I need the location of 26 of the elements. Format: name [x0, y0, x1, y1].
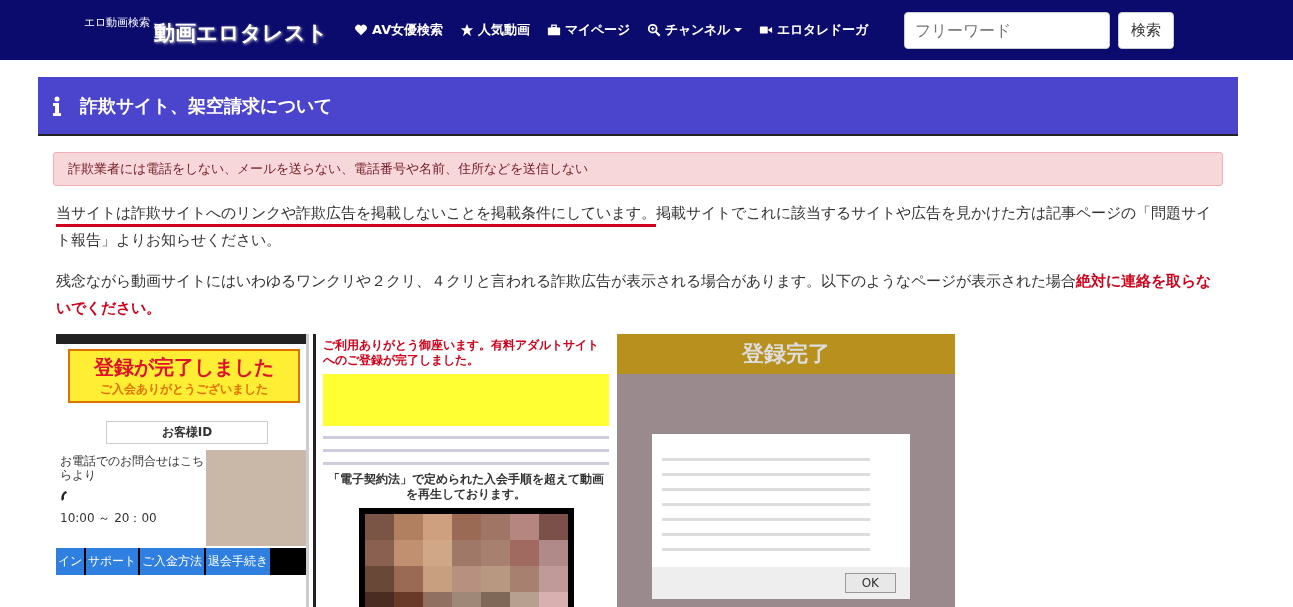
banner-title: 登録が完了しました: [93, 354, 275, 381]
nav-link[interactable]: AV女優検索: [354, 21, 444, 39]
site-tagline: エロ動画検索: [84, 15, 150, 30]
search-button[interactable]: 検索: [1118, 11, 1175, 49]
nav-link[interactable]: マイページ: [547, 21, 631, 39]
search-field[interactable]: フリーワード: [904, 11, 1111, 49]
phone-note: お電話でのお問合せはこちらより: [60, 454, 205, 482]
banner-subtitle: ご入会ありがとうございました: [99, 381, 269, 398]
briefcase-icon: [547, 23, 562, 37]
video-caption: 「電子契約法」で定められた入会手順を超えて動画を再生しております。: [327, 472, 605, 502]
nav-link[interactable]: チャンネル: [647, 21, 743, 39]
warning-alert: 詐欺業者には電話をしない、メールを送らない、電話番号や名前、住所などを送信しない: [53, 152, 1223, 186]
page-title: 詐欺サイト、架空請求について: [80, 93, 332, 118]
customer-id-field: お客様ID: [106, 421, 268, 444]
heart-icon: [354, 23, 368, 37]
body-paragraph: 残念ながら動画サイトにはいわゆるワンクリや２クリ、４クリと言われる詐欺広告が表示される場合があります。以下のようなページが表示された場合絶対に連絡を取らないでください。: [56, 272, 1212, 318]
zoom-search-icon: [647, 23, 662, 37]
business-hours: 10:00 ～ 20：00: [60, 510, 158, 527]
body-paragraph: 当サイトは詐欺サイトへのリンクや詐欺広告を掲載しないことを掲載条件にしています。掲載サイトでこれに該当するサイトや広告を見かけた方は記事ページの「問題サイト報告」よりお知らせください。: [56, 204, 1212, 250]
nav-link[interactable]: エロタレドーガ: [759, 21, 869, 39]
info-icon: [52, 95, 62, 116]
invoice-headline: ご利用ありがとう御座います。有料アダルトサイトへのご登録が完了しました。: [323, 338, 600, 368]
star-icon: [460, 23, 475, 37]
nav-link[interactable]: 人気動画: [460, 21, 531, 39]
site-logo[interactable]: 動画エロタレスト: [154, 19, 328, 47]
banner-title: 登録完了: [617, 334, 955, 374]
